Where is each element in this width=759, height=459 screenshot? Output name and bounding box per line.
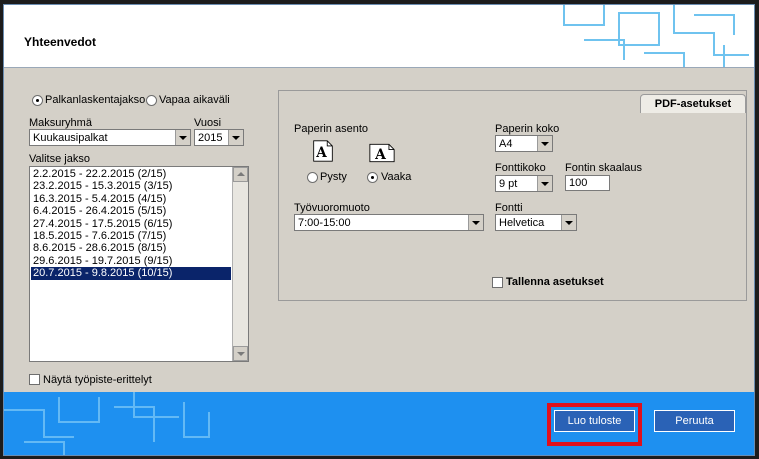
free-range-label: Vapaa aikaväli (159, 94, 230, 106)
year-value: 2015 (198, 132, 223, 144)
portrait-letter: A (315, 145, 327, 161)
save-settings-checkbox[interactable] (492, 277, 503, 288)
free-range-radio[interactable] (146, 95, 157, 106)
period-list-scrollbar[interactable] (232, 167, 248, 361)
list-item[interactable]: 8.6.2015 - 28.6.2015 (8/15) (31, 242, 231, 254)
chevron-down-icon[interactable] (468, 215, 483, 230)
shift-format-select[interactable]: 7:00-15:00 (294, 214, 484, 231)
payroll-period-label: Palkanlaskentajakso (45, 94, 146, 106)
tab-pdf-settings[interactable]: PDF-asetukset (640, 94, 746, 113)
period-listbox[interactable]: 2.2.2015 - 22.2.2015 (2/15) 23.2.2015 - … (29, 166, 249, 362)
paper-size-select[interactable]: A4 (495, 135, 553, 152)
font-label: Fontti (495, 202, 523, 214)
portrait-radio[interactable] (307, 172, 318, 183)
list-item[interactable]: 2.2.2015 - 22.2.2015 (2/15) (31, 168, 231, 180)
footer-decoration-icon (4, 392, 210, 455)
font-scale-input[interactable]: 100 (565, 175, 610, 191)
show-workplace-label: Näytä työpiste-erittelyt (43, 374, 152, 386)
landscape-letter: A (374, 147, 386, 163)
list-item[interactable]: 27.4.2015 - 17.5.2015 (6/15) (31, 218, 231, 230)
save-settings-label: Tallenna asetukset (506, 276, 604, 288)
summaries-dialog: Yhteenvedot Palkanlaskentajakso Vapaa ai… (3, 4, 755, 456)
pdf-settings-panel (278, 90, 747, 301)
scroll-up-icon[interactable] (233, 167, 248, 182)
font-size-value: 9 pt (499, 178, 518, 190)
font-value: Helvetica (499, 217, 545, 229)
cancel-button[interactable]: Peruuta (654, 410, 735, 432)
header-decoration-icon (563, 5, 749, 67)
font-size-select[interactable]: 9 pt (495, 175, 553, 192)
salary-group-select[interactable]: Kuukausipalkat (29, 129, 191, 146)
show-workplace-checkbox[interactable] (29, 374, 40, 385)
landscape-radio[interactable] (367, 172, 378, 183)
landscape-page-icon: A (369, 143, 395, 163)
font-scale-value: 100 (569, 177, 588, 189)
list-item-selected[interactable]: 20.7.2015 - 9.8.2015 (10/15) (31, 267, 231, 280)
scroll-down-icon[interactable] (233, 346, 248, 361)
salary-group-label: Maksuryhmä (29, 117, 92, 129)
chevron-down-icon[interactable] (537, 176, 552, 191)
dialog-title: Yhteenvedot (24, 35, 97, 49)
chevron-down-icon[interactable] (537, 136, 552, 151)
year-select[interactable]: 2015 (194, 129, 244, 146)
paper-size-value: A4 (499, 138, 513, 150)
landscape-label: Vaaka (381, 171, 412, 183)
portrait-label: Pysty (320, 171, 347, 183)
portrait-page-icon: A (313, 140, 333, 162)
chevron-down-icon[interactable] (228, 130, 243, 145)
period-list-label: Valitse jakso (29, 153, 90, 165)
shift-format-value: 7:00-15:00 (298, 217, 351, 229)
salary-group-value: Kuukausipalkat (33, 132, 108, 144)
list-item[interactable]: 29.6.2015 - 19.7.2015 (9/15) (31, 255, 231, 267)
highlight-box (547, 403, 642, 446)
list-item[interactable]: 6.4.2015 - 26.4.2015 (5/15) (31, 205, 231, 217)
list-item[interactable]: 16.3.2015 - 5.4.2015 (4/15) (31, 193, 231, 205)
shift-format-label: Työvuoromuoto (294, 202, 370, 214)
dialog-header: Yhteenvedot (4, 5, 754, 68)
chevron-down-icon[interactable] (175, 130, 190, 145)
paper-size-label: Paperin koko (495, 123, 560, 135)
list-item[interactable]: 23.2.2015 - 15.3.2015 (3/15) (31, 180, 231, 192)
year-label: Vuosi (194, 117, 222, 129)
list-item[interactable]: 18.5.2015 - 7.6.2015 (7/15) (31, 230, 231, 242)
orientation-label: Paperin asento (294, 123, 368, 135)
font-scale-label: Fontin skaalaus (565, 162, 643, 174)
font-select[interactable]: Helvetica (495, 214, 577, 231)
payroll-period-radio[interactable] (32, 95, 43, 106)
chevron-down-icon[interactable] (561, 215, 576, 230)
font-size-label: Fonttikoko (495, 162, 546, 174)
